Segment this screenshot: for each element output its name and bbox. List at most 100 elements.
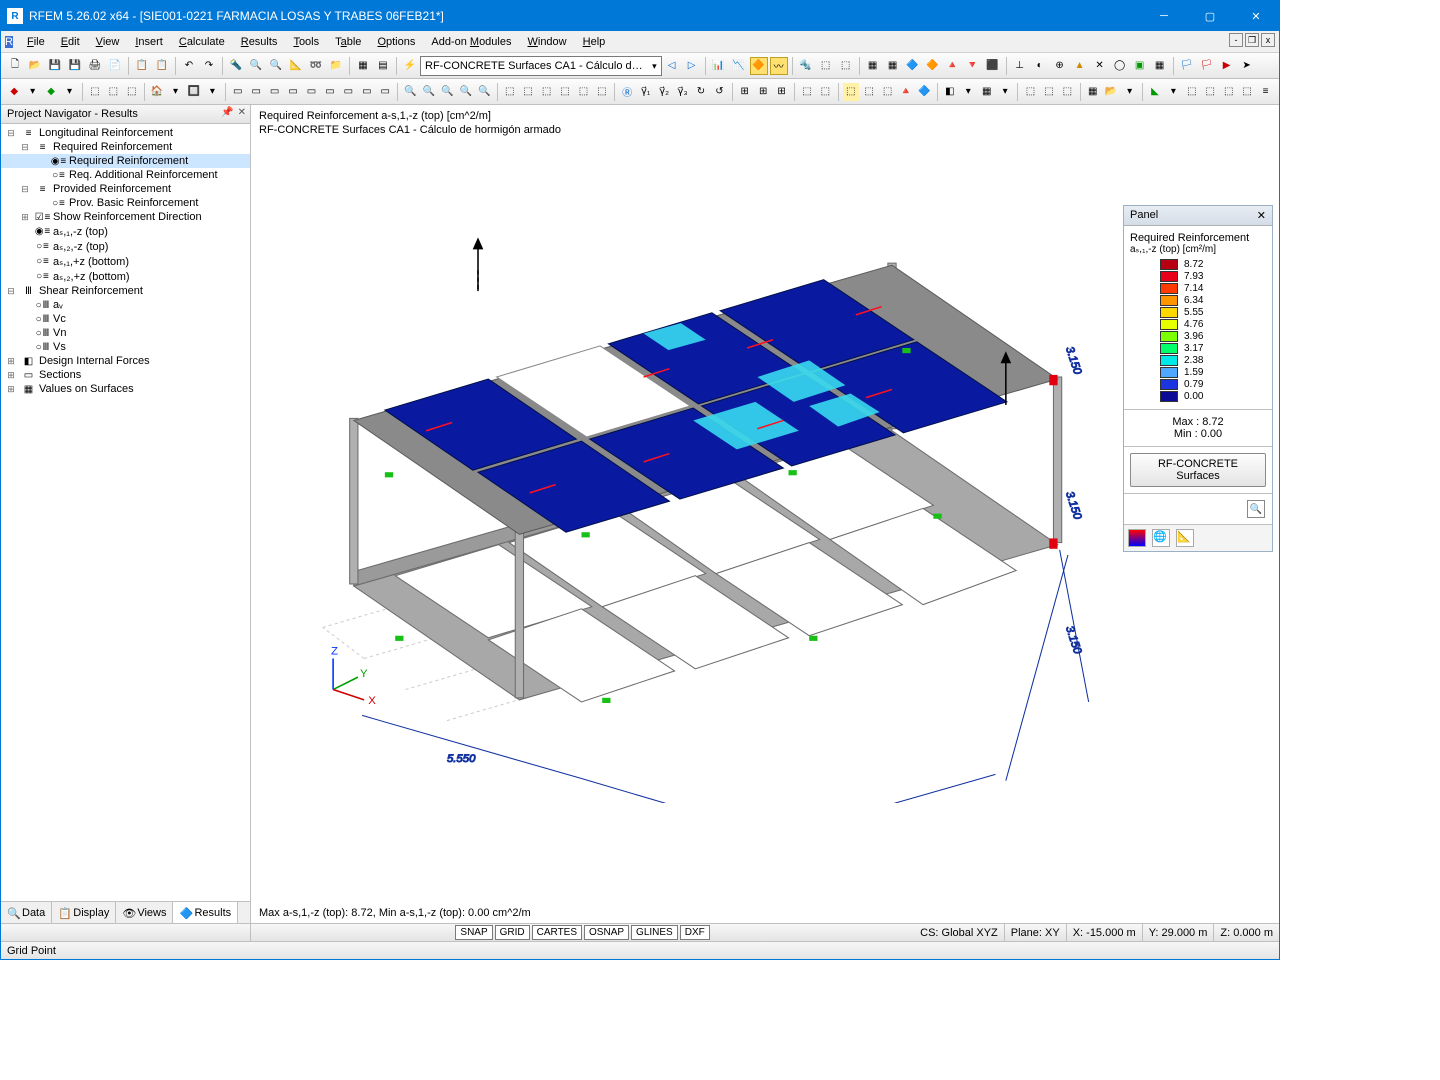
- ui-icon[interactable]: ▭: [340, 83, 356, 101]
- u9-icon[interactable]: ▾: [167, 83, 183, 101]
- uq-icon[interactable]: ⬚: [501, 83, 517, 101]
- vc-icon[interactable]: 🔷: [916, 83, 932, 101]
- tc-icon[interactable]: ◐: [1031, 57, 1049, 75]
- ud-icon[interactable]: ▭: [248, 83, 264, 101]
- nav-icon[interactable]: ▤: [374, 57, 392, 75]
- vb-icon[interactable]: 🔺: [898, 83, 914, 101]
- vl-icon[interactable]: 📂: [1103, 83, 1119, 101]
- tab-display[interactable]: 📋Display: [52, 902, 116, 923]
- va-icon[interactable]: ⬚: [879, 83, 895, 101]
- tree-node-7[interactable]: ◉ ≡aₛ,₁,-z (top): [1, 224, 250, 239]
- u1-icon[interactable]: ◆: [6, 83, 22, 101]
- t7-icon[interactable]: 🔶: [924, 57, 942, 75]
- panel-zoom-icon[interactable]: 🔍: [1247, 500, 1265, 518]
- th-icon[interactable]: ▣: [1131, 57, 1149, 75]
- uy-icon[interactable]: γ⃗₂: [656, 83, 672, 101]
- un-icon[interactable]: 🔍: [439, 83, 455, 101]
- panel-close-icon[interactable]: ✕: [1257, 209, 1266, 222]
- tl-icon[interactable]: ▶: [1218, 57, 1236, 75]
- tree-node-17[interactable]: ⊞▭Sections: [1, 368, 250, 382]
- menu-view[interactable]: View: [88, 34, 128, 50]
- ug-icon[interactable]: ▭: [303, 83, 319, 101]
- nav-close-icon[interactable]: ✕: [238, 107, 246, 118]
- menu-addon[interactable]: Add-on Modules: [423, 34, 519, 50]
- tg-icon[interactable]: ◯: [1111, 57, 1129, 75]
- vg-icon[interactable]: ▾: [997, 83, 1013, 101]
- vr-icon[interactable]: ⬚: [1220, 83, 1236, 101]
- pin-icon[interactable]: 📌: [221, 107, 233, 118]
- panel-tab2-icon[interactable]: 🌐: [1152, 529, 1170, 547]
- menu-options[interactable]: Options: [369, 34, 423, 50]
- t4-icon[interactable]: ▦: [864, 57, 882, 75]
- tree-node-18[interactable]: ⊞▦Values on Surfaces: [1, 382, 250, 396]
- find-icon[interactable]: 🔍: [247, 57, 265, 75]
- tree-node-12[interactable]: ○ Ⅲaᵥ: [1, 298, 250, 312]
- uw-icon[interactable]: Ⓡ: [619, 83, 635, 101]
- tree-node-2[interactable]: ◉ ≡Required Reinforcement: [1, 154, 250, 168]
- t1-icon[interactable]: 🔩: [797, 57, 815, 75]
- t3-icon[interactable]: ⬚: [837, 57, 855, 75]
- snap-dxf[interactable]: DXF: [680, 925, 710, 940]
- vm-icon[interactable]: ▾: [1121, 83, 1137, 101]
- vt-icon[interactable]: ≡: [1257, 83, 1273, 101]
- ur-icon[interactable]: ⬚: [520, 83, 536, 101]
- vs-icon[interactable]: ⬚: [1239, 83, 1255, 101]
- uk-icon[interactable]: ▭: [377, 83, 393, 101]
- ub-icon[interactable]: ▾: [204, 83, 220, 101]
- addon-combo[interactable]: RF-CONCRETE Surfaces CA1 - Cálculo d…: [420, 56, 662, 76]
- vf-icon[interactable]: ▦: [979, 83, 995, 101]
- open-icon[interactable]: 📂: [26, 57, 44, 75]
- prev-icon[interactable]: ◁: [663, 57, 681, 75]
- saveas-icon[interactable]: 💾: [66, 57, 84, 75]
- deform-icon[interactable]: 〰: [770, 57, 788, 75]
- ve-icon[interactable]: ▾: [960, 83, 976, 101]
- report-icon[interactable]: 📄: [106, 57, 124, 75]
- dir-icon[interactable]: 📁: [327, 57, 345, 75]
- mdi-close[interactable]: x: [1261, 33, 1275, 47]
- u3-icon[interactable]: ◆: [43, 83, 59, 101]
- zoom-icon[interactable]: 🔍: [267, 57, 285, 75]
- ut-icon[interactable]: ⬚: [557, 83, 573, 101]
- uv-icon[interactable]: ⬚: [594, 83, 610, 101]
- tk-icon[interactable]: 🏳: [1198, 57, 1216, 75]
- u4-icon[interactable]: ▾: [61, 83, 77, 101]
- uu-icon[interactable]: ⬚: [575, 83, 591, 101]
- t9-icon[interactable]: 🔻: [964, 57, 982, 75]
- new-icon[interactable]: 🗋: [6, 57, 24, 75]
- tab-results[interactable]: 🔷Results: [173, 902, 238, 923]
- vo-icon[interactable]: ▾: [1165, 83, 1181, 101]
- vh-icon[interactable]: ⬚: [1022, 83, 1038, 101]
- measure-icon[interactable]: 📐: [287, 57, 305, 75]
- tf-icon[interactable]: ✕: [1091, 57, 1109, 75]
- close-button[interactable]: ✕: [1233, 1, 1279, 31]
- navigator-tree[interactable]: ⊟≡Longitudinal Reinforcement⊟≡Required R…: [1, 124, 250, 901]
- tree-node-8[interactable]: ○ ≡aₛ,₂,-z (top): [1, 239, 250, 254]
- uz-icon[interactable]: γ⃗₃: [674, 83, 690, 101]
- vn-icon[interactable]: ◣: [1147, 83, 1163, 101]
- tj-icon[interactable]: 🏳: [1178, 57, 1196, 75]
- up-icon[interactable]: 🔍: [476, 83, 492, 101]
- panel-tab3-icon[interactable]: 📐: [1176, 529, 1194, 547]
- select-icon[interactable]: 🔦: [227, 57, 245, 75]
- v9-icon[interactable]: ⬚: [861, 83, 877, 101]
- uh-icon[interactable]: ▭: [322, 83, 338, 101]
- v1-icon[interactable]: ↻: [693, 83, 709, 101]
- ti-icon[interactable]: ▦: [1151, 57, 1169, 75]
- tree-node-14[interactable]: ○ ⅢVn: [1, 326, 250, 340]
- t6-icon[interactable]: 🔷: [904, 57, 922, 75]
- t5-icon[interactable]: ▦: [884, 57, 902, 75]
- tree-node-15[interactable]: ○ ⅢVs: [1, 340, 250, 354]
- redo-icon[interactable]: ↷: [200, 57, 218, 75]
- tab-views[interactable]: 👁Views: [116, 902, 173, 923]
- v8-icon[interactable]: ⬚: [843, 83, 859, 101]
- v7-icon[interactable]: ⬚: [817, 83, 833, 101]
- menu-calculate[interactable]: Calculate: [171, 34, 233, 50]
- snap-cartes[interactable]: CARTES: [532, 925, 582, 940]
- mdi-max[interactable]: ❐: [1245, 33, 1259, 47]
- snap-grid[interactable]: GRID: [495, 925, 530, 940]
- tree-node-3[interactable]: ○ ≡Req. Additional Reinforcement: [1, 168, 250, 182]
- v3-icon[interactable]: ⊞: [737, 83, 753, 101]
- vq-icon[interactable]: ⬚: [1202, 83, 1218, 101]
- tm-icon[interactable]: ➤: [1238, 57, 1256, 75]
- tree-node-6[interactable]: ⊞☑ ≡Show Reinforcement Direction: [1, 210, 250, 224]
